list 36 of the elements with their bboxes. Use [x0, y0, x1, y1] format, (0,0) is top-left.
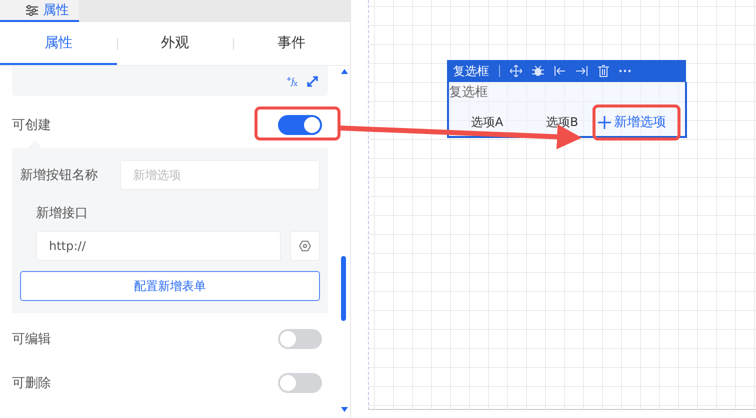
- expand-icon[interactable]: [307, 76, 318, 86]
- setting-label: 可创建: [12, 117, 51, 134]
- bug-icon[interactable]: [532, 65, 544, 77]
- tab[interactable]: 事件: [233, 22, 350, 65]
- trash-icon[interactable]: [598, 65, 609, 77]
- toggle-switch[interactable]: [278, 115, 322, 135]
- align-left-icon[interactable]: [554, 65, 566, 77]
- panel-tab[interactable]: 属性: [0, 0, 79, 22]
- field-label: 新增按钮名称: [20, 167, 99, 184]
- move-icon[interactable]: [510, 65, 522, 77]
- sliders-icon: [26, 4, 38, 16]
- option-label[interactable]: 选项B: [546, 114, 598, 130]
- more-icon[interactable]: [619, 69, 631, 73]
- settings-button[interactable]: [290, 231, 320, 261]
- align-right-icon[interactable]: [576, 65, 588, 77]
- toggle-switch[interactable]: [278, 373, 322, 393]
- settings-icon: [299, 240, 311, 252]
- setting-label: 可编辑: [12, 331, 51, 348]
- scroll-up-icon[interactable]: [341, 69, 348, 74]
- plus-icon: [598, 116, 611, 128]
- field-label: 新增接口: [36, 205, 88, 222]
- input-field[interactable]: 新增选项: [120, 160, 320, 190]
- scroll-down-icon[interactable]: [341, 407, 348, 412]
- toggle-switch[interactable]: [278, 329, 322, 349]
- scrollbar-thumb[interactable]: [341, 256, 346, 321]
- toolbar-divider: [499, 65, 500, 77]
- formula-icon[interactable]: [286, 76, 298, 86]
- setting-label: 可删除: [12, 375, 51, 392]
- input-field[interactable]: http://: [36, 231, 281, 261]
- config-form-button[interactable]: 配置新增表单: [20, 271, 320, 301]
- tab[interactable]: 外观: [116, 22, 234, 65]
- component-name: 复选框: [453, 62, 489, 80]
- add-option-button[interactable]: 新增选项: [598, 113, 666, 131]
- component-label: 复选框: [449, 84, 488, 101]
- option-label[interactable]: 选项A: [471, 114, 546, 130]
- checkbox-component[interactable]: 复选框 选项A 选项B 新增选项: [447, 82, 687, 138]
